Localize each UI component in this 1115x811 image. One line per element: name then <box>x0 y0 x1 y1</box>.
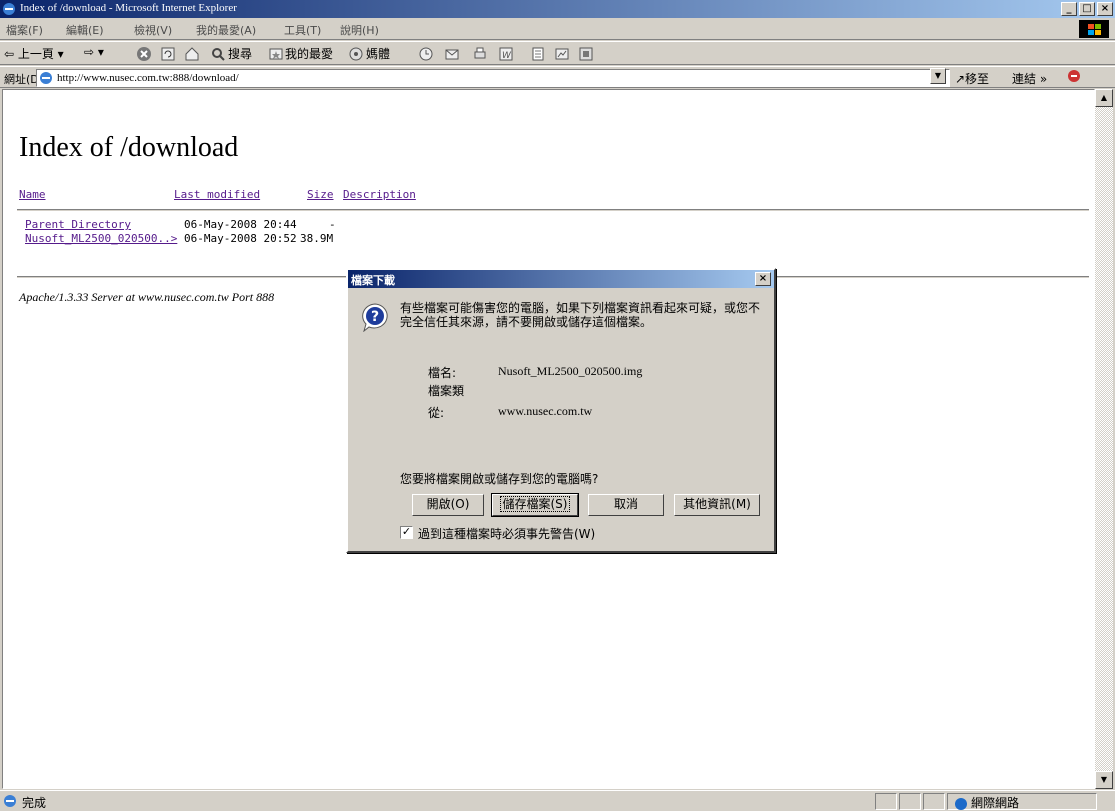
scroll-down-button[interactable]: ▼ <box>1095 771 1113 789</box>
file-from-value: www.nusec.com.tw <box>498 404 593 418</box>
header-size-link[interactable]: Size <box>307 188 334 201</box>
dialog-title: 檔案下載 <box>351 274 395 287</box>
file-type-label: 檔案類 <box>428 384 465 398</box>
file-name-value: Nusoft_ML2500_020500.img <box>498 364 643 378</box>
minimize-button[interactable]: _ <box>1061 2 1077 16</box>
media-icon[interactable] <box>348 46 364 62</box>
page-title: Index of /download <box>19 132 239 163</box>
close-button[interactable]: × <box>1097 2 1113 16</box>
row-parent-modified: 06-May-2008 20:44 <box>184 218 297 231</box>
status-cell-2 <box>899 793 921 810</box>
discuss-icon[interactable] <box>530 46 546 62</box>
menu-file[interactable]: 檔案(F) <box>6 22 43 38</box>
file-download-dialog: 檔案下載 × ? 有些檔案可能傷害您的電腦，如果下列檔案資訊看起來可疑，或您不完… <box>346 268 776 553</box>
edit-icon[interactable]: W <box>498 46 514 62</box>
status-text: 完成 <box>22 796 47 810</box>
internet-explorer-icon <box>3 3 15 15</box>
media-button[interactable]: 媽體 <box>366 45 390 62</box>
cancel-button[interactable]: 取消 <box>588 494 664 516</box>
save-file-label: 儲存檔案(S) <box>499 496 571 512</box>
dialog-close-button[interactable]: × <box>755 272 771 286</box>
save-file-button[interactable]: 儲存檔案(S) <box>491 493 579 517</box>
status-cell-1 <box>875 793 897 810</box>
menu-tools[interactable]: 工具(T) <box>284 22 321 38</box>
research-icon[interactable] <box>554 46 570 62</box>
forward-button[interactable]: ⇨ ▾ <box>84 45 104 59</box>
open-button[interactable]: 開啟(O) <box>412 494 484 516</box>
security-zone: 網際網路 <box>955 794 1019 811</box>
status-bar: 完成 網際網路 <box>0 790 1115 811</box>
go-button[interactable]: ↗移至 <box>955 70 989 87</box>
menu-favorites[interactable]: 我的最愛(A) <box>196 22 256 38</box>
history-icon[interactable] <box>418 46 434 62</box>
messenger-icon[interactable] <box>578 46 594 62</box>
standard-toolbar: ⇦ 上一頁 ▾ ⇨ ▾ 搜尋 我的最愛 媽體 W <box>0 41 1115 65</box>
home-icon[interactable] <box>184 46 200 62</box>
dialog-question: 您要將檔案開啟或儲存到您的電腦嗎? <box>400 472 599 486</box>
row-file-size: 38.9M <box>300 232 334 245</box>
dialog-title-bar[interactable]: 檔案下載 × <box>348 270 774 288</box>
search-button[interactable]: 搜尋 <box>228 45 252 62</box>
always-ask-checkbox[interactable]: ✓ <box>400 526 413 539</box>
dialog-warning-message: 有些檔案可能傷害您的電腦，如果下列檔案資訊看起來可疑，或您不完全信任其來源，請不… <box>400 301 761 329</box>
menu-help[interactable]: 說明(H) <box>340 22 379 38</box>
window-title-bar[interactable]: Index of /download - Microsoft Internet … <box>0 0 1115 18</box>
vertical-scrollbar[interactable]: ▲ ▼ <box>1095 89 1113 789</box>
always-ask-label[interactable]: 過到這種檔案時必須事先警告(W) <box>418 525 595 542</box>
menu-view[interactable]: 檢視(V) <box>134 22 172 38</box>
svg-text:?: ? <box>371 309 379 325</box>
file-name-label: 檔名: <box>428 366 457 380</box>
links-button[interactable]: 連結 » <box>1012 70 1047 87</box>
refresh-icon[interactable] <box>160 46 176 62</box>
menu-bar: 檔案(F) 編輯(E) 檢視(V) 我的最愛(A) 工具(T) 說明(H) <box>0 18 1115 40</box>
search-icon[interactable] <box>210 46 226 62</box>
scroll-up-button[interactable]: ▲ <box>1095 89 1113 107</box>
toolbar-extension-icon[interactable] <box>1066 68 1082 84</box>
print-icon[interactable] <box>472 46 488 62</box>
status-cell-3 <box>923 793 945 810</box>
back-button[interactable]: ⇦ 上一頁 ▾ <box>4 45 64 62</box>
zone-label: 網際網路 <box>971 796 1020 810</box>
divider-top <box>17 209 1089 211</box>
address-input[interactable]: http://www.nusec.com.tw:888/download/ <box>36 69 950 87</box>
maximize-button[interactable]: □ <box>1079 2 1095 16</box>
windows-logo-icon <box>1079 20 1109 38</box>
mail-icon[interactable] <box>444 46 460 62</box>
file-from-label: 從: <box>428 406 445 420</box>
row-file-link[interactable]: Nusoft_ML2500_020500..> <box>25 232 177 245</box>
header-last-modified-link[interactable]: Last modified <box>174 188 260 201</box>
server-signature: Apache/1.3.33 Server at www.nusec.com.tw… <box>19 290 275 304</box>
address-dropdown-button[interactable]: ▼ <box>930 68 946 84</box>
svg-text:W: W <box>502 51 512 61</box>
stop-icon[interactable] <box>136 46 152 62</box>
favorites-button[interactable]: 我的最愛 <box>285 45 333 62</box>
row-file-modified: 06-May-2008 20:52 <box>184 232 297 245</box>
header-name-link[interactable]: Name <box>19 188 46 201</box>
menu-edit[interactable]: 編輯(E) <box>66 22 104 38</box>
header-description-link[interactable]: Description <box>343 188 416 201</box>
row-parent-size: - <box>329 218 336 231</box>
address-url: http://www.nusec.com.tw:888/download/ <box>57 72 239 84</box>
question-icon: ? <box>362 303 388 332</box>
page-icon <box>40 72 52 84</box>
favorites-icon[interactable] <box>268 46 284 62</box>
address-bar: 網址(D) http://www.nusec.com.tw:888/downlo… <box>0 66 1115 88</box>
more-info-button[interactable]: 其他資訊(M) <box>674 494 760 516</box>
row-parent-directory-link[interactable]: Parent Directory <box>25 218 131 231</box>
globe-icon <box>955 797 967 810</box>
window-title: Index of /download - Microsoft Internet … <box>20 2 237 14</box>
page-done-icon <box>4 795 16 807</box>
